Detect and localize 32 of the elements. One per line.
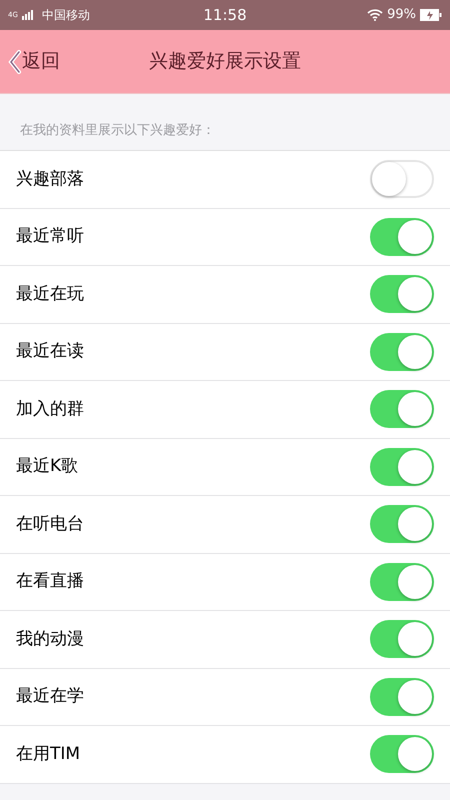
setting-label: 在用TIM [16, 742, 82, 766]
setting-label: 我的动漫 [16, 628, 85, 650]
toggle-switch[interactable] [370, 505, 434, 544]
back-button[interactable]: 返回 [8, 47, 60, 76]
section-header: 在我的资料里展示以下兴趣爱好： [20, 122, 215, 140]
page-title: 兴趣爱好展示设置 [149, 49, 301, 74]
setting-label: 最近在学 [16, 685, 85, 708]
setting-label: 最近常听 [16, 225, 85, 248]
battery-percent: 99% [387, 6, 416, 24]
toggle-switch[interactable] [370, 448, 434, 486]
battery-icon [420, 9, 442, 21]
toggle-switch[interactable] [370, 562, 434, 601]
setting-label: 最近K歌 [16, 455, 80, 478]
toggle-switch[interactable] [370, 160, 434, 198]
setting-label: 在听电台 [16, 512, 85, 536]
toggle-switch[interactable] [370, 390, 434, 428]
clock: 11:58 [203, 4, 247, 26]
signal-icon [22, 10, 34, 20]
toggle-switch[interactable] [370, 275, 434, 314]
chevron-left-icon [8, 50, 22, 74]
toggle-switch[interactable] [370, 218, 434, 256]
setting-label: 最近在玩 [16, 282, 85, 306]
setting-label: 加入的群 [16, 398, 85, 420]
toggle-switch[interactable] [370, 678, 434, 716]
setting-label: 最近在读 [16, 340, 85, 363]
carrier-label: 中国移动 [42, 7, 90, 24]
toggle-switch[interactable] [370, 620, 434, 658]
setting-label: 兴趣部落 [16, 168, 85, 190]
setting-label: 在看直播 [16, 570, 85, 593]
wifi-icon [367, 9, 384, 21]
toggle-switch[interactable] [370, 735, 434, 774]
toggle-switch[interactable] [370, 332, 434, 371]
